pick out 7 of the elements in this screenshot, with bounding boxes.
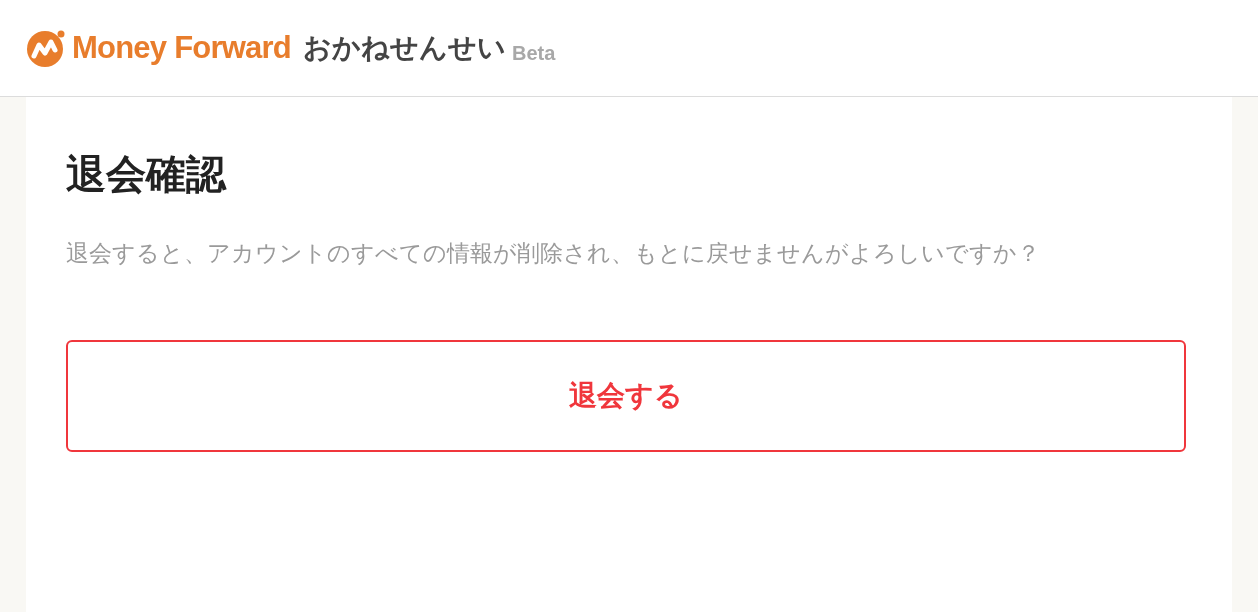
product-name: おかねせんせい <box>303 31 506 65</box>
logo-icon <box>26 28 66 68</box>
beta-label: Beta <box>512 41 556 66</box>
brand-name: Money Forward <box>72 28 291 67</box>
withdraw-button[interactable]: 退会する <box>66 340 1186 452</box>
confirm-message: 退会すると、アカウントのすべての情報が削除され、もとに戻せませんがよろしいですか？ <box>66 239 1041 268</box>
page-title: 退会確認 <box>66 151 228 198</box>
